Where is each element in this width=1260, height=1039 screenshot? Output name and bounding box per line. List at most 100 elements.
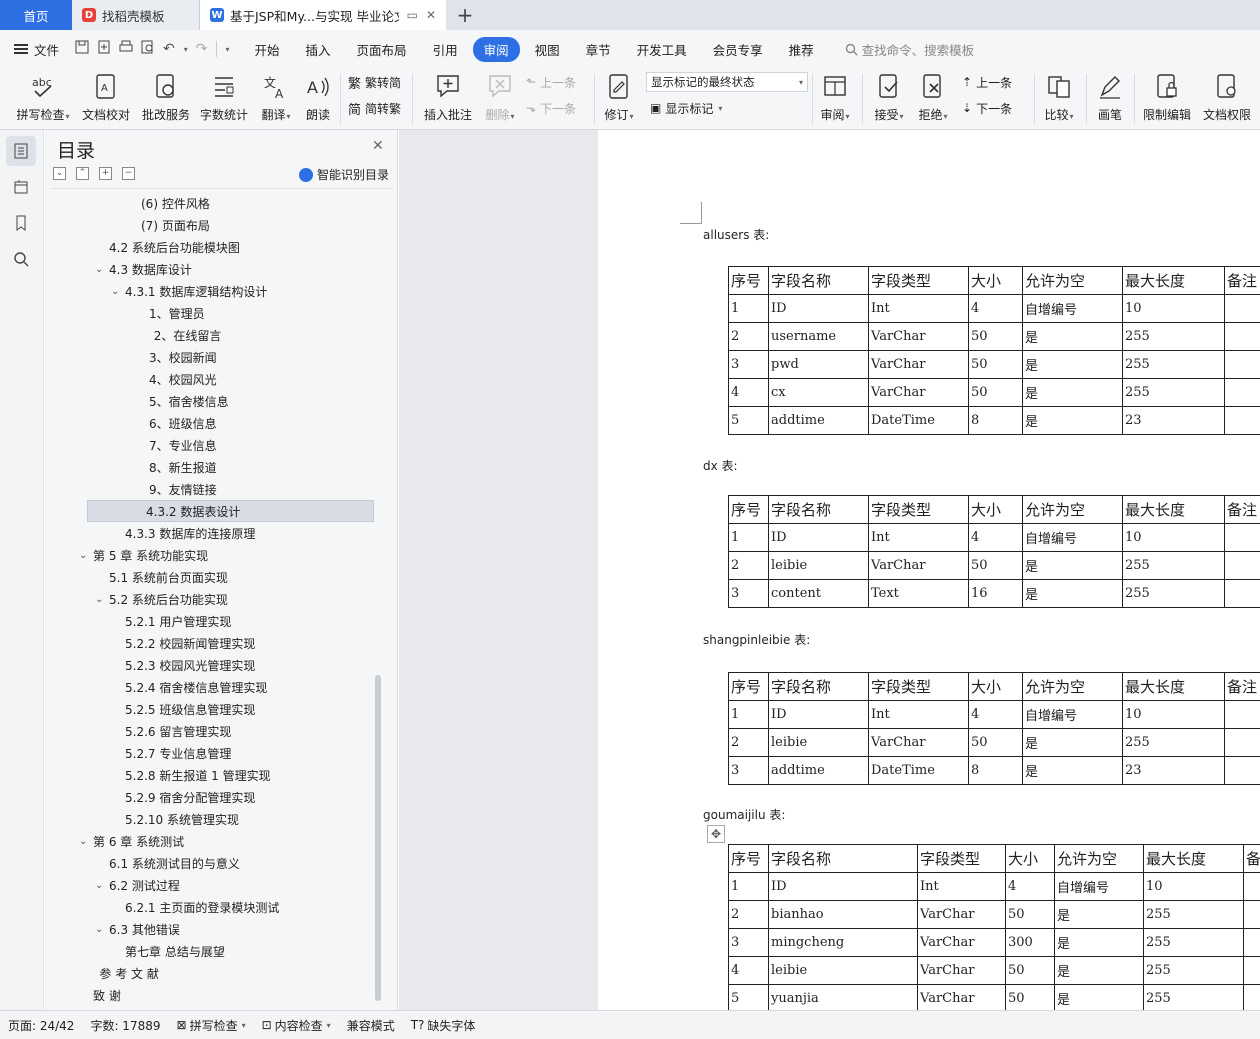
table-move-icon[interactable]: ✥ bbox=[707, 825, 725, 843]
command-search[interactable]: 查找命令、搜索模板 bbox=[845, 40, 974, 59]
toc-item[interactable]: 4.3.2 数据表设计 bbox=[87, 500, 374, 522]
table-cell[interactable]: 4 bbox=[968, 523, 1023, 552]
table-cell[interactable]: 255 bbox=[1122, 728, 1225, 757]
table-header-cell[interactable]: 字段名称 bbox=[768, 266, 869, 295]
toc-item[interactable]: (6) 控件风格 bbox=[127, 192, 210, 214]
table-cell[interactable]: 是 bbox=[1054, 956, 1144, 985]
doc-check-button[interactable]: A 文档校对 bbox=[80, 68, 132, 130]
table-cell[interactable] bbox=[1243, 984, 1260, 1010]
translate-button[interactable]: 文A 翻译▾ bbox=[256, 68, 296, 130]
table-cell[interactable]: 10 bbox=[1143, 872, 1244, 901]
compare-button[interactable]: 比较▾ bbox=[1040, 68, 1078, 130]
table-cell[interactable]: Int bbox=[868, 523, 969, 552]
toc-item[interactable]: 4.3.3 数据库的连接原理 bbox=[111, 522, 255, 544]
table-cell[interactable] bbox=[1224, 728, 1260, 757]
table-header-cell[interactable]: 允许为空 bbox=[1054, 844, 1144, 873]
toc-item[interactable]: 5.2.1 用户管理实现 bbox=[111, 610, 231, 632]
table-cell[interactable]: 255 bbox=[1143, 928, 1244, 957]
menu-developer[interactable]: 开发工具 bbox=[626, 37, 698, 62]
read-aloud-button[interactable]: A 朗读 bbox=[298, 68, 338, 130]
chevron-down-icon[interactable]: ⌄ bbox=[95, 924, 109, 935]
table-header-cell[interactable]: 最大长度 bbox=[1122, 495, 1225, 524]
table-cell[interactable]: 255 bbox=[1122, 579, 1225, 608]
table-cell[interactable]: 50 bbox=[968, 350, 1023, 379]
table-cell[interactable]: addtime bbox=[768, 406, 869, 435]
toc-panel-button[interactable] bbox=[6, 136, 36, 166]
next-comment-button[interactable]: ⬎ 下一条 bbox=[526, 98, 576, 118]
table-cell[interactable]: 10 bbox=[1122, 294, 1225, 323]
table-cell[interactable]: 50 bbox=[968, 551, 1023, 580]
table-cell[interactable]: 5 bbox=[728, 984, 769, 1010]
tab-window-icon[interactable]: ▭ bbox=[407, 8, 418, 22]
menu-start[interactable]: 开始 bbox=[244, 37, 291, 62]
table-cell[interactable]: 255 bbox=[1122, 322, 1225, 351]
table-cell[interactable]: 是 bbox=[1022, 350, 1123, 379]
reject-button[interactable]: 拒绝▾ bbox=[914, 68, 952, 130]
table-cell[interactable]: 255 bbox=[1143, 984, 1244, 1010]
table-cell[interactable] bbox=[1224, 756, 1260, 785]
chevron-down-icon[interactable]: ⌄ bbox=[79, 550, 93, 561]
menu-page-layout[interactable]: 页面布局 bbox=[346, 37, 418, 62]
table-cell[interactable]: 是 bbox=[1022, 728, 1123, 757]
collapse-up-icon[interactable]: ⌃ bbox=[76, 167, 89, 180]
table-cell[interactable]: 300 bbox=[1005, 928, 1055, 957]
table-cell[interactable] bbox=[1243, 900, 1260, 929]
toc-item[interactable]: 6.2.1 主页面的登录模块测试 bbox=[111, 896, 279, 918]
table-cell[interactable]: VarChar bbox=[917, 900, 1006, 929]
data-table[interactable]: 序号 字段名称 字段类型 大小 允许为空 最大长度 备注 1 ID Int 4 自增编号 10 2 leib… bbox=[728, 495, 1260, 608]
table-header-cell[interactable]: 允许为空 bbox=[1022, 266, 1123, 295]
chevron-down-icon[interactable]: ⌄ bbox=[79, 836, 93, 847]
table-cell[interactable]: 255 bbox=[1122, 378, 1225, 407]
toc-item[interactable]: 5、宿舍楼信息 bbox=[135, 390, 229, 412]
table-cell[interactable]: 1 bbox=[728, 872, 769, 901]
table-cell[interactable]: ID bbox=[768, 294, 869, 323]
table-cell[interactable]: 255 bbox=[1122, 350, 1225, 379]
table-header-cell[interactable]: 大小 bbox=[1005, 844, 1055, 873]
table-header-cell[interactable]: 序号 bbox=[728, 844, 769, 873]
table-header-cell[interactable]: 字段类型 bbox=[868, 672, 969, 701]
table-header-cell[interactable]: 最大长度 bbox=[1122, 266, 1225, 295]
table-cell[interactable]: DateTime bbox=[868, 406, 969, 435]
table-header-cell[interactable]: 字段类型 bbox=[917, 844, 1006, 873]
simp-to-trad-button[interactable]: 简简转繁 bbox=[348, 98, 401, 118]
table-cell[interactable]: 3 bbox=[728, 350, 769, 379]
table-cell[interactable]: 2 bbox=[728, 900, 769, 929]
toc-item[interactable]: 4.2 系统后台功能模块图 bbox=[95, 236, 240, 258]
table-cell[interactable]: VarChar bbox=[868, 378, 969, 407]
insert-comment-button[interactable]: 插入批注 bbox=[420, 68, 476, 130]
table-header-cell[interactable]: 大小 bbox=[968, 672, 1023, 701]
toc-item[interactable]: 1、管理员 bbox=[135, 302, 205, 324]
table-cell[interactable]: addtime bbox=[768, 756, 869, 785]
toc-item[interactable]: 5.2.3 校园风光管理实现 bbox=[111, 654, 255, 676]
table-cell[interactable]: 255 bbox=[1143, 956, 1244, 985]
table-cell[interactable]: 4 bbox=[728, 956, 769, 985]
toc-item[interactable]: 8、新生报道 bbox=[135, 456, 217, 478]
table-cell[interactable]: VarChar bbox=[917, 956, 1006, 985]
table-cell[interactable]: leibie bbox=[768, 728, 869, 757]
word-count-indicator[interactable]: 字数: 17889 bbox=[82, 1017, 168, 1034]
table-cell[interactable] bbox=[1224, 551, 1260, 580]
expand-down-icon[interactable]: ⌄ bbox=[53, 167, 66, 180]
chevron-down-icon[interactable]: ⌄ bbox=[95, 264, 109, 275]
table-cell[interactable]: ID bbox=[768, 700, 869, 729]
table-cell[interactable] bbox=[1224, 406, 1260, 435]
toc-item[interactable]: 5.2.6 留言管理实现 bbox=[111, 720, 231, 742]
table-cell[interactable] bbox=[1243, 928, 1260, 957]
table-cell[interactable]: 50 bbox=[1005, 984, 1055, 1010]
table-cell[interactable]: 10 bbox=[1122, 700, 1225, 729]
export-pdf-icon[interactable] bbox=[97, 40, 111, 58]
missing-font-status[interactable]: T? 缺失字体 bbox=[403, 1017, 484, 1034]
table-cell[interactable]: 2 bbox=[728, 322, 769, 351]
table-header-cell[interactable]: 备注 bbox=[1224, 672, 1260, 701]
menu-member[interactable]: 会员专享 bbox=[702, 37, 774, 62]
toc-item[interactable]: 5.2.4 宿舍楼信息管理实现 bbox=[111, 676, 267, 698]
toc-item[interactable]: ⌄ 第 6 章 系统测试 bbox=[79, 830, 184, 852]
toc-item[interactable]: 第七章 总结与展望 bbox=[111, 940, 225, 962]
table-cell[interactable]: 自增编号 bbox=[1022, 294, 1123, 323]
toc-item[interactable]: 5.2.9 宿舍分配管理实现 bbox=[111, 786, 255, 808]
accept-button[interactable]: 接受▾ bbox=[870, 68, 908, 130]
table-cell[interactable]: 是 bbox=[1022, 579, 1123, 608]
table-header-cell[interactable]: 字段类型 bbox=[868, 266, 969, 295]
table-cell[interactable]: mingcheng bbox=[768, 928, 918, 957]
table-cell[interactable]: Int bbox=[917, 872, 1006, 901]
